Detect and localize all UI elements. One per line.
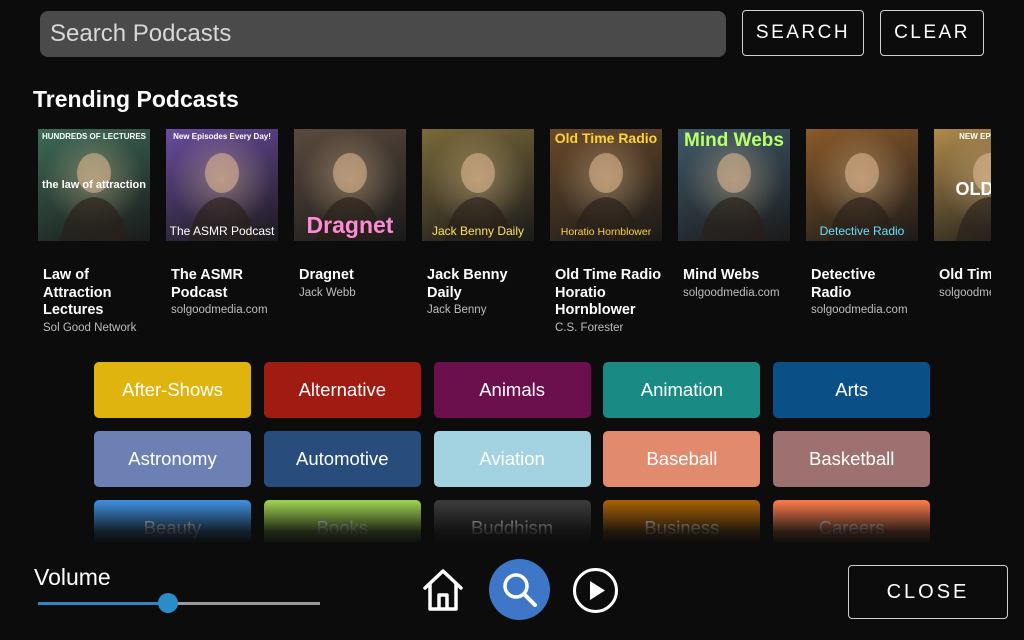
genre-button-buddhism[interactable]: Buddhism — [433, 500, 591, 542]
podcast-title: Jack Benny Daily — [427, 267, 508, 301]
trending-title: Trending Podcasts — [33, 86, 239, 112]
podcast-title: The ASMR Podcast — [171, 267, 243, 301]
volume-label: Volume — [34, 564, 111, 590]
podcast-cover[interactable]: Mind Webs — [678, 129, 790, 241]
podcast-card[interactable]: HUNDREDS OF LECTURES the law of attractio… — [38, 129, 150, 337]
podcast-author: solgoodmedia.com — [939, 286, 991, 299]
genre-button-automotive[interactable]: Automotive — [263, 431, 421, 487]
clear-button[interactable]: CLEAR — [880, 10, 984, 56]
trending-carousel[interactable]: HUNDREDS OF LECTURES the law of attractio… — [38, 129, 991, 344]
podcast-card[interactable]: Detective Radio Detective Radio solgoodmed… — [806, 129, 918, 319]
search-nav-button[interactable] — [489, 559, 550, 620]
podcast-card[interactable]: Old Time Radio Horatio Hornblower Old Time… — [550, 129, 662, 337]
play-icon[interactable] — [572, 567, 619, 614]
genre-button-after-shows[interactable]: After-Shows — [94, 362, 251, 418]
podcast-card[interactable]: Jack Benny Daily Jack Benny Daily Jack Ben… — [422, 129, 534, 319]
podcast-card[interactable]: NEW EPISODES OLD RA Old Time Radio solgoodm… — [934, 129, 991, 302]
cover-top-text: HUNDREDS OF LECTURES — [41, 132, 146, 141]
genre-button-arts[interactable]: Arts — [773, 362, 930, 418]
search-input[interactable] — [40, 11, 726, 57]
volume-thumb[interactable] — [157, 593, 178, 613]
genre-button-animals[interactable]: Animals — [433, 362, 591, 418]
cover-bottom-text: The ASMR Podcast — [169, 224, 275, 238]
search-icon — [502, 572, 537, 607]
cover-bottom-text: Detective Radio — [819, 224, 905, 238]
cover-top-text: Mind Webs — [684, 130, 784, 151]
cover-main-text: the law of attraction — [42, 179, 146, 191]
podcast-cover[interactable]: Dragnet — [294, 129, 406, 241]
genre-button-animation[interactable]: Animation — [603, 362, 761, 418]
cover-bottom-text: Dragnet — [306, 212, 394, 238]
genre-button-books[interactable]: Books — [263, 500, 421, 542]
podcast-title: Mind Webs — [683, 267, 760, 283]
podcast-author: Jack Webb — [299, 286, 356, 299]
genre-button-baseball[interactable]: Baseball — [603, 431, 761, 487]
podcast-title: Old Time Radio — [939, 267, 991, 283]
genre-button-aviation[interactable]: Aviation — [433, 431, 591, 487]
podcast-card[interactable]: Dragnet Dragnet Jack Webb — [294, 129, 406, 302]
podcast-cover[interactable]: Detective Radio — [806, 129, 918, 241]
podcast-author: solgoodmedia.com — [171, 304, 268, 316]
podcast-card[interactable]: Mind Webs Mind Webs solgoodmedia.com — [678, 129, 790, 302]
search-button[interactable]: SEARCH — [742, 10, 864, 56]
podcast-title: Detective Radio — [811, 267, 876, 301]
genre-button-beauty[interactable]: Beauty — [94, 500, 251, 542]
cover-top-text: NEW EPISODES — [959, 132, 991, 141]
podcast-cover[interactable]: HUNDREDS OF LECTURES the law of attractio… — [38, 129, 150, 241]
podcast-cover[interactable]: Jack Benny Daily — [422, 129, 534, 241]
podcast-cover[interactable]: Old Time Radio Horatio Hornblower — [550, 129, 662, 241]
podcast-title: Dragnet — [299, 267, 354, 283]
genre-grid: After-Shows Alternative Animals Animation Ar… — [94, 362, 930, 542]
podcast-cover[interactable]: New Episodes Every Day! The ASMR Podcast — [166, 129, 278, 241]
podcast-title: Old Time Radio Horatio Hornblower — [555, 267, 662, 318]
home-icon[interactable] — [420, 566, 466, 614]
genre-button-business[interactable]: Business — [603, 500, 761, 542]
podcast-author: Sol Good Network — [43, 321, 137, 334]
podcast-card[interactable]: New Episodes Every Day! The ASMR Podcast T… — [166, 129, 278, 319]
cover-top-text: Old Time Radio — [554, 130, 658, 146]
volume-fill — [38, 602, 168, 605]
volume-slider[interactable] — [38, 592, 320, 614]
podcast-author: Jack Benny — [427, 304, 487, 316]
podcast-author: C.S. Forester — [555, 321, 624, 334]
podcast-title: Law of Attraction Lectures — [43, 267, 112, 318]
close-button[interactable]: CLOSE — [848, 565, 1008, 619]
cover-main-text: OLD RA — [955, 179, 992, 199]
podcast-author: solgoodmedia.com — [683, 286, 780, 299]
cover-bottom-text: Horatio Hornblower — [560, 226, 652, 238]
podcast-cover[interactable]: NEW EPISODES OLD RA — [934, 129, 991, 241]
genre-button-astronomy[interactable]: Astronomy — [94, 431, 251, 487]
cover-top-text: New Episodes Every Day! — [173, 132, 271, 141]
genre-button-careers[interactable]: Careers — [773, 500, 930, 542]
cover-bottom-text: Jack Benny Daily — [431, 224, 525, 238]
podcast-author: solgoodmedia.com — [811, 304, 908, 316]
genre-button-alternative[interactable]: Alternative — [263, 362, 421, 418]
genre-button-basketball[interactable]: Basketball — [773, 431, 930, 487]
